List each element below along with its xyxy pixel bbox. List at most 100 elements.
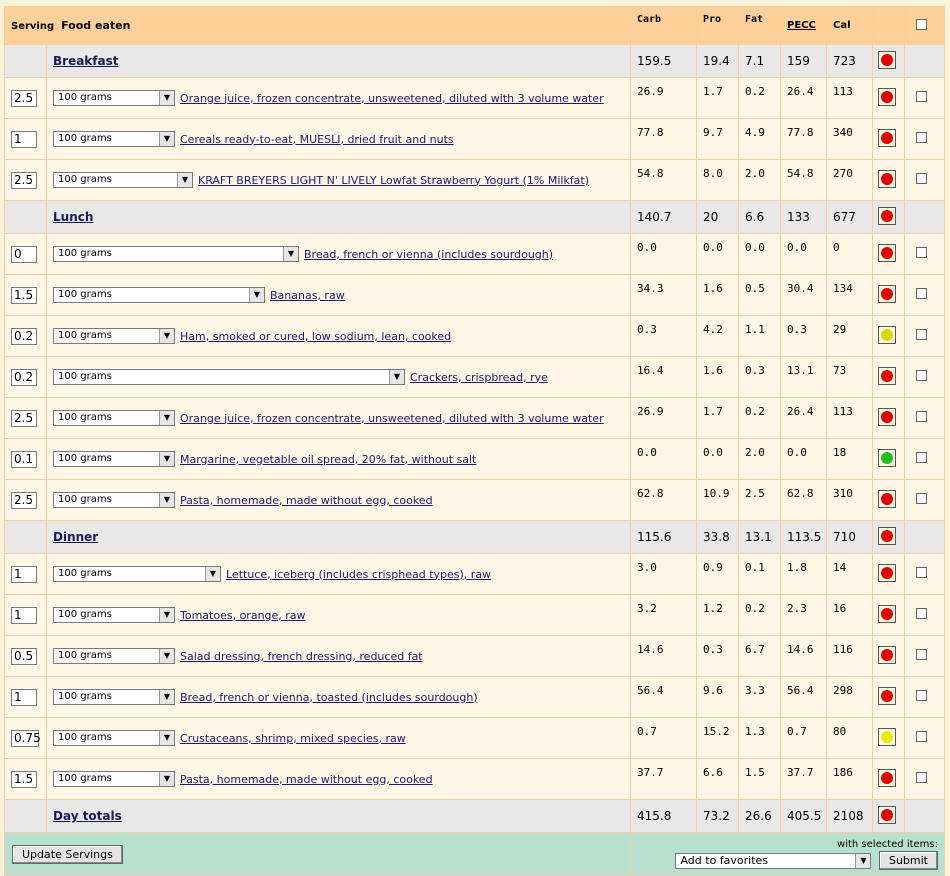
nutrition-pie-icon[interactable] xyxy=(878,407,896,426)
serving-input[interactable]: 2.5 xyxy=(11,89,37,107)
unit-select[interactable]: 100 grams ▼ xyxy=(53,648,175,664)
serving-input[interactable]: 1 xyxy=(11,606,37,624)
food-link[interactable]: Bread, french or vienna (includes sourdo… xyxy=(304,248,553,261)
nutrition-pie-icon[interactable] xyxy=(878,805,896,824)
unit-select[interactable]: 100 grams ▼ xyxy=(53,172,193,188)
row-checkbox[interactable] xyxy=(916,370,927,381)
meal-link[interactable]: Dinner xyxy=(53,530,98,544)
row-checkbox[interactable] xyxy=(916,772,927,783)
food-link[interactable]: Bread, french or vienna, toasted (includ… xyxy=(180,691,478,704)
unit-select-value: 100 grams xyxy=(58,691,112,702)
row-checkbox[interactable] xyxy=(916,329,927,340)
row-checkbox[interactable] xyxy=(916,247,927,258)
serving-input[interactable]: 1 xyxy=(11,130,37,148)
unit-select[interactable]: 100 grams ▼ xyxy=(53,730,175,746)
nutrition-pie-icon[interactable] xyxy=(878,768,896,787)
unit-select[interactable]: 100 grams ▼ xyxy=(53,90,175,106)
meal-link[interactable]: Day totals xyxy=(53,809,122,823)
food-link[interactable]: Lettuce, iceberg (includes crisphead typ… xyxy=(226,568,491,581)
pecc-header-link[interactable]: PECC xyxy=(787,20,816,31)
unit-select[interactable]: 100 grams ▼ xyxy=(53,566,221,582)
row-checkbox[interactable] xyxy=(916,493,927,504)
food-link[interactable]: Salad dressing, french dressing, reduced… xyxy=(180,650,423,663)
unit-select[interactable]: 100 grams ▼ xyxy=(53,131,175,147)
meal-link[interactable]: Breakfast xyxy=(53,54,118,68)
food-link[interactable]: Crustaceans, shrimp, mixed species, raw xyxy=(180,732,406,745)
unit-select[interactable]: 100 grams ▼ xyxy=(53,328,175,344)
food-link[interactable]: Pasta, homemade, made without egg, cooke… xyxy=(180,494,433,507)
unit-select[interactable]: 100 grams ▼ xyxy=(53,410,175,426)
unit-select[interactable]: 100 grams ▼ xyxy=(53,689,175,705)
serving-input[interactable]: 0.1 xyxy=(11,450,37,468)
food-link[interactable]: Orange juice, frozen concentrate, unswee… xyxy=(180,92,604,105)
serving-input[interactable]: 1.5 xyxy=(11,286,37,304)
serving-input[interactable]: 0.5 xyxy=(11,647,37,665)
unit-select[interactable]: 100 grams ▼ xyxy=(53,451,175,467)
serving-input[interactable]: 2.5 xyxy=(11,171,37,189)
action-select[interactable]: Add to favorites ▼ xyxy=(675,852,872,869)
row-checkbox[interactable] xyxy=(916,288,927,299)
food-link[interactable]: Tomatoes, orange, raw xyxy=(180,609,306,622)
serving-input[interactable]: 1 xyxy=(11,688,37,706)
row-checkbox[interactable] xyxy=(916,567,927,578)
unit-select[interactable]: 100 grams ▼ xyxy=(53,369,405,385)
food-link[interactable]: KRAFT BREYERS LIGHT N' LIVELY Lowfat Str… xyxy=(198,174,589,187)
food-link[interactable]: Bananas, raw xyxy=(270,289,345,302)
meal-link[interactable]: Lunch xyxy=(53,210,93,224)
pro-value: 6.6 xyxy=(696,758,739,800)
serving-input[interactable]: 0.2 xyxy=(11,327,37,345)
row-checkbox[interactable] xyxy=(916,731,927,742)
nutrition-pie-icon[interactable] xyxy=(878,604,896,623)
row-checkbox[interactable] xyxy=(916,173,927,184)
submit-button[interactable]: Submit xyxy=(878,850,938,870)
food-link[interactable]: Pasta, homemade, made without egg, cooke… xyxy=(180,773,433,786)
nutrition-pie-icon[interactable] xyxy=(878,206,896,225)
food-link[interactable]: Margarine, vegetable oil spread, 20% fat… xyxy=(180,453,476,466)
unit-select[interactable]: 100 grams ▼ xyxy=(53,607,175,623)
nutrition-pie-icon[interactable] xyxy=(878,243,896,262)
meal-row: Breakfast 159.5 19.4 7.1 159 723 xyxy=(4,44,945,78)
serving-input[interactable]: 2.5 xyxy=(11,409,37,427)
serving-input[interactable]: 1 xyxy=(11,565,37,583)
nutrition-pie-icon[interactable] xyxy=(878,128,896,147)
serving-input[interactable]: 0.2 xyxy=(11,368,37,386)
food-link[interactable]: Ham, smoked or cured, low sodium, lean, … xyxy=(180,330,451,343)
food-link[interactable]: Cereals ready-to-eat, MUESLI, dried frui… xyxy=(180,133,454,146)
nutrition-pie-icon[interactable] xyxy=(878,645,896,664)
nutrition-pie-icon[interactable] xyxy=(878,325,896,344)
food-row: 0 100 grams ▼ Bread, french or vienna (incl… xyxy=(4,233,945,275)
food-link[interactable]: Orange juice, frozen concentrate, unswee… xyxy=(180,412,604,425)
nutrition-pie-icon[interactable] xyxy=(878,50,896,69)
pro-value: 1.7 xyxy=(696,397,739,439)
unit-select[interactable]: 100 grams ▼ xyxy=(53,492,175,508)
row-checkbox[interactable] xyxy=(916,91,927,102)
nutrition-pie-icon[interactable] xyxy=(878,563,896,582)
nutrition-pie-icon[interactable] xyxy=(878,366,896,385)
serving-input[interactable]: 0 xyxy=(11,245,37,263)
chevron-down-icon: ▼ xyxy=(159,329,174,343)
row-checkbox[interactable] xyxy=(916,132,927,143)
row-checkbox[interactable] xyxy=(916,690,927,701)
nutrition-pie-icon[interactable] xyxy=(878,87,896,106)
nutrition-pie-icon[interactable] xyxy=(878,686,896,705)
nutrition-pie-icon[interactable] xyxy=(878,526,896,545)
nutrition-pie-icon[interactable] xyxy=(878,169,896,188)
unit-select[interactable]: 100 grams ▼ xyxy=(53,287,265,303)
food-link[interactable]: Crackers, crispbread, rye xyxy=(410,371,548,384)
unit-select[interactable]: 100 grams ▼ xyxy=(53,246,299,262)
pecc-value: 26.4 xyxy=(780,397,827,439)
nutrition-pie-icon[interactable] xyxy=(878,284,896,303)
carb-value: 56.4 xyxy=(630,676,697,718)
row-checkbox[interactable] xyxy=(916,649,927,660)
serving-input[interactable]: 0.75 xyxy=(11,729,41,747)
row-checkbox[interactable] xyxy=(916,411,927,422)
fat-value: 0.0 xyxy=(738,233,781,275)
serving-input[interactable]: 2.5 xyxy=(11,491,37,509)
row-checkbox[interactable] xyxy=(916,608,927,619)
nutrition-pie-icon[interactable] xyxy=(878,448,896,467)
nutrition-pie-icon[interactable] xyxy=(878,727,896,746)
select-all-checkbox[interactable] xyxy=(916,18,927,30)
row-checkbox[interactable] xyxy=(916,452,927,463)
nutrition-pie-icon[interactable] xyxy=(878,489,896,508)
update-servings-button[interactable]: Update Servings xyxy=(12,844,123,864)
